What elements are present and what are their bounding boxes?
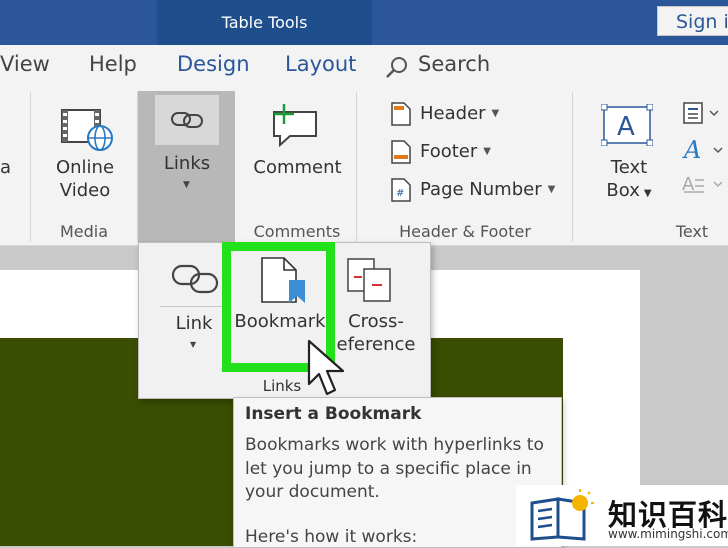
online-video-icon — [60, 106, 114, 152]
footer-icon — [390, 139, 412, 165]
tab-design[interactable]: Design — [177, 52, 250, 76]
cross-reference-label-1: Cross- — [348, 311, 404, 332]
online-video-label-2: Video — [59, 180, 111, 201]
table-tools-context-label: Table Tools — [157, 0, 372, 45]
tooltip-line: Bookmarks work with hyperlinks to — [245, 435, 544, 455]
chevron-down-icon: ▼ — [183, 180, 190, 190]
group-label-media: Media — [59, 222, 109, 241]
tab-view[interactable]: View — [0, 52, 50, 76]
text-box-label-2: Box ▼ — [606, 180, 652, 201]
cross-reference-icon — [346, 257, 394, 303]
chevron-down-icon: ▼ — [491, 108, 500, 119]
links-label: Links — [163, 153, 211, 174]
search-icon — [384, 55, 410, 81]
tell-me-search[interactable]: Search — [418, 52, 490, 76]
sign-in-button[interactable]: Sign in — [657, 6, 728, 36]
header-button[interactable]: Header ▼ — [420, 103, 499, 124]
tooltip-body: Bookmarks work with hyperlinks to let yo… — [245, 434, 555, 505]
header-label: Header — [420, 103, 486, 124]
wordart-icon[interactable]: A — [682, 136, 728, 164]
tab-layout[interactable]: Layout — [285, 52, 356, 76]
svg-text:A: A — [682, 136, 701, 162]
link-chain-icon — [170, 108, 204, 132]
comment-button[interactable]: Comment — [250, 156, 345, 179]
group-separator — [356, 92, 357, 242]
group-separator — [572, 92, 573, 242]
watermark-url: www.mimingshi.com — [608, 527, 728, 541]
footer-label: Footer — [420, 141, 478, 162]
mouse-cursor-icon — [306, 338, 350, 400]
truncated-left-label: a — [0, 157, 12, 178]
link-chain-icon — [170, 262, 220, 296]
svg-text:A: A — [617, 112, 635, 142]
chevron-down-icon: ▼ — [547, 184, 556, 195]
tooltip-title: Insert a Bookmark — [245, 404, 422, 424]
tooltip-line: let you jump to a specific place in — [245, 458, 532, 479]
link-label: Link — [175, 313, 213, 334]
chevron-down-icon: ▼ — [190, 340, 197, 349]
online-video-button[interactable]: Online Video — [50, 156, 120, 202]
split-divider — [160, 306, 224, 307]
chevron-down-icon: ▼ — [483, 146, 491, 157]
dropdown-group-label-links: Links — [262, 377, 302, 395]
group-label-text: Text — [675, 222, 709, 241]
text-box-icon: A — [600, 103, 654, 147]
book-lightbulb-icon — [528, 489, 600, 543]
page-number-icon: # — [390, 177, 412, 203]
drop-cap-icon[interactable]: A — [682, 172, 728, 196]
group-separator — [30, 92, 31, 242]
comment-icon — [268, 102, 320, 148]
page-number-label: Page Number — [420, 179, 542, 200]
tab-help[interactable]: Help — [89, 52, 137, 76]
tooltip-line: your document. — [245, 482, 380, 502]
text-box-label-1: Text — [610, 157, 648, 178]
group-label-header-footer: Header & Footer — [399, 222, 531, 241]
page-number-button[interactable]: Page Number ▼ — [420, 179, 555, 200]
text-box-button[interactable]: Text Box ▼ — [594, 156, 664, 205]
online-video-label-1: Online — [55, 157, 115, 178]
footer-button[interactable]: Footer ▼ — [420, 141, 491, 162]
svg-text:#: # — [396, 188, 404, 199]
quick-parts-icon[interactable] — [682, 101, 728, 125]
tooltip-more-text: Here's how it works: — [245, 527, 418, 547]
group-label-comments: Comments — [253, 222, 341, 241]
header-icon — [390, 101, 412, 127]
